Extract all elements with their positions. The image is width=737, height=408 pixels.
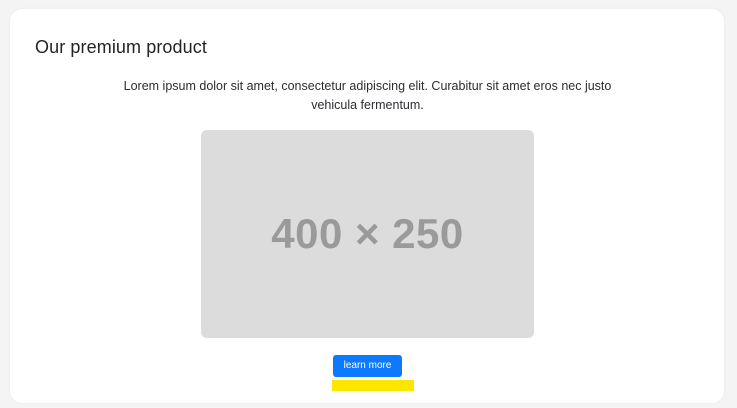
highlight-marker: [332, 380, 414, 391]
card-title: Our premium product: [35, 37, 207, 57]
product-card: Our premium product Lorem ipsum dolor si…: [10, 9, 724, 403]
product-image-placeholder: 400 × 250: [201, 130, 534, 338]
learn-more-button[interactable]: learn more: [333, 355, 402, 377]
image-placeholder-label: 400 × 250: [271, 210, 464, 257]
card-description: Lorem ipsum dolor sit amet, consectetur …: [123, 79, 612, 112]
